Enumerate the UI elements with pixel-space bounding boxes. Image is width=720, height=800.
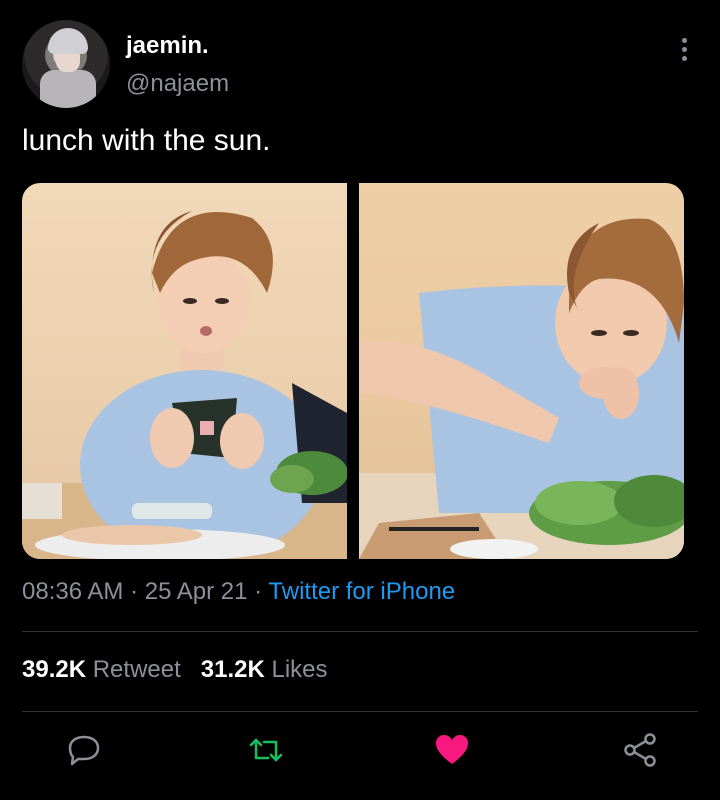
retweet-label: Retweet <box>92 656 181 683</box>
photo-left[interactable] <box>22 183 347 559</box>
retweet-icon <box>249 738 283 762</box>
reply-icon <box>68 735 100 766</box>
author-handle[interactable]: @najaem <box>126 70 229 98</box>
tweet-time: 08:36 AM <box>22 578 124 605</box>
heart-icon <box>436 735 468 764</box>
photo-right-illustration <box>359 218 684 559</box>
divider <box>22 631 698 632</box>
likes-label: Likes <box>271 656 328 683</box>
share-button[interactable] <box>620 730 660 770</box>
action-bar <box>0 730 720 776</box>
retweet-button[interactable] <box>246 730 286 770</box>
likes-count: 31.2K <box>200 656 265 683</box>
reply-button[interactable] <box>64 730 104 770</box>
photo-right[interactable] <box>359 183 684 559</box>
tweet-date: 25 Apr 21 <box>144 578 248 605</box>
likes-count-link[interactable]: 31.2K Likes <box>201 656 328 683</box>
tweet-meta: 08:36 AM · 25 Apr 21 · Twitter for iPhon… <box>22 578 455 606</box>
tweet-header: jaemin. @najaem <box>22 20 698 110</box>
divider <box>22 711 698 712</box>
author-name[interactable]: jaemin. <box>126 32 209 60</box>
tweet-stats: 39.2K Retweet 31.2K Likes <box>22 656 328 684</box>
more-options-icon[interactable] <box>672 36 696 66</box>
tweet-text: lunch with the sun. <box>22 124 271 157</box>
avatar-hair-shape <box>48 28 88 54</box>
retweet-count: 39.2K <box>22 656 87 683</box>
avatar-body-shape <box>40 70 96 108</box>
like-button[interactable] <box>432 730 472 770</box>
tweet-source-link[interactable]: Twitter for iPhone <box>268 578 455 605</box>
tweet-media[interactable] <box>22 183 684 559</box>
meta-separator: · <box>130 578 139 605</box>
avatar[interactable] <box>22 20 110 108</box>
meta-separator: · <box>254 578 263 605</box>
photo-left-illustration <box>22 211 347 559</box>
share-icon <box>624 733 656 767</box>
retweet-count-link[interactable]: 39.2K Retweet <box>22 656 187 683</box>
